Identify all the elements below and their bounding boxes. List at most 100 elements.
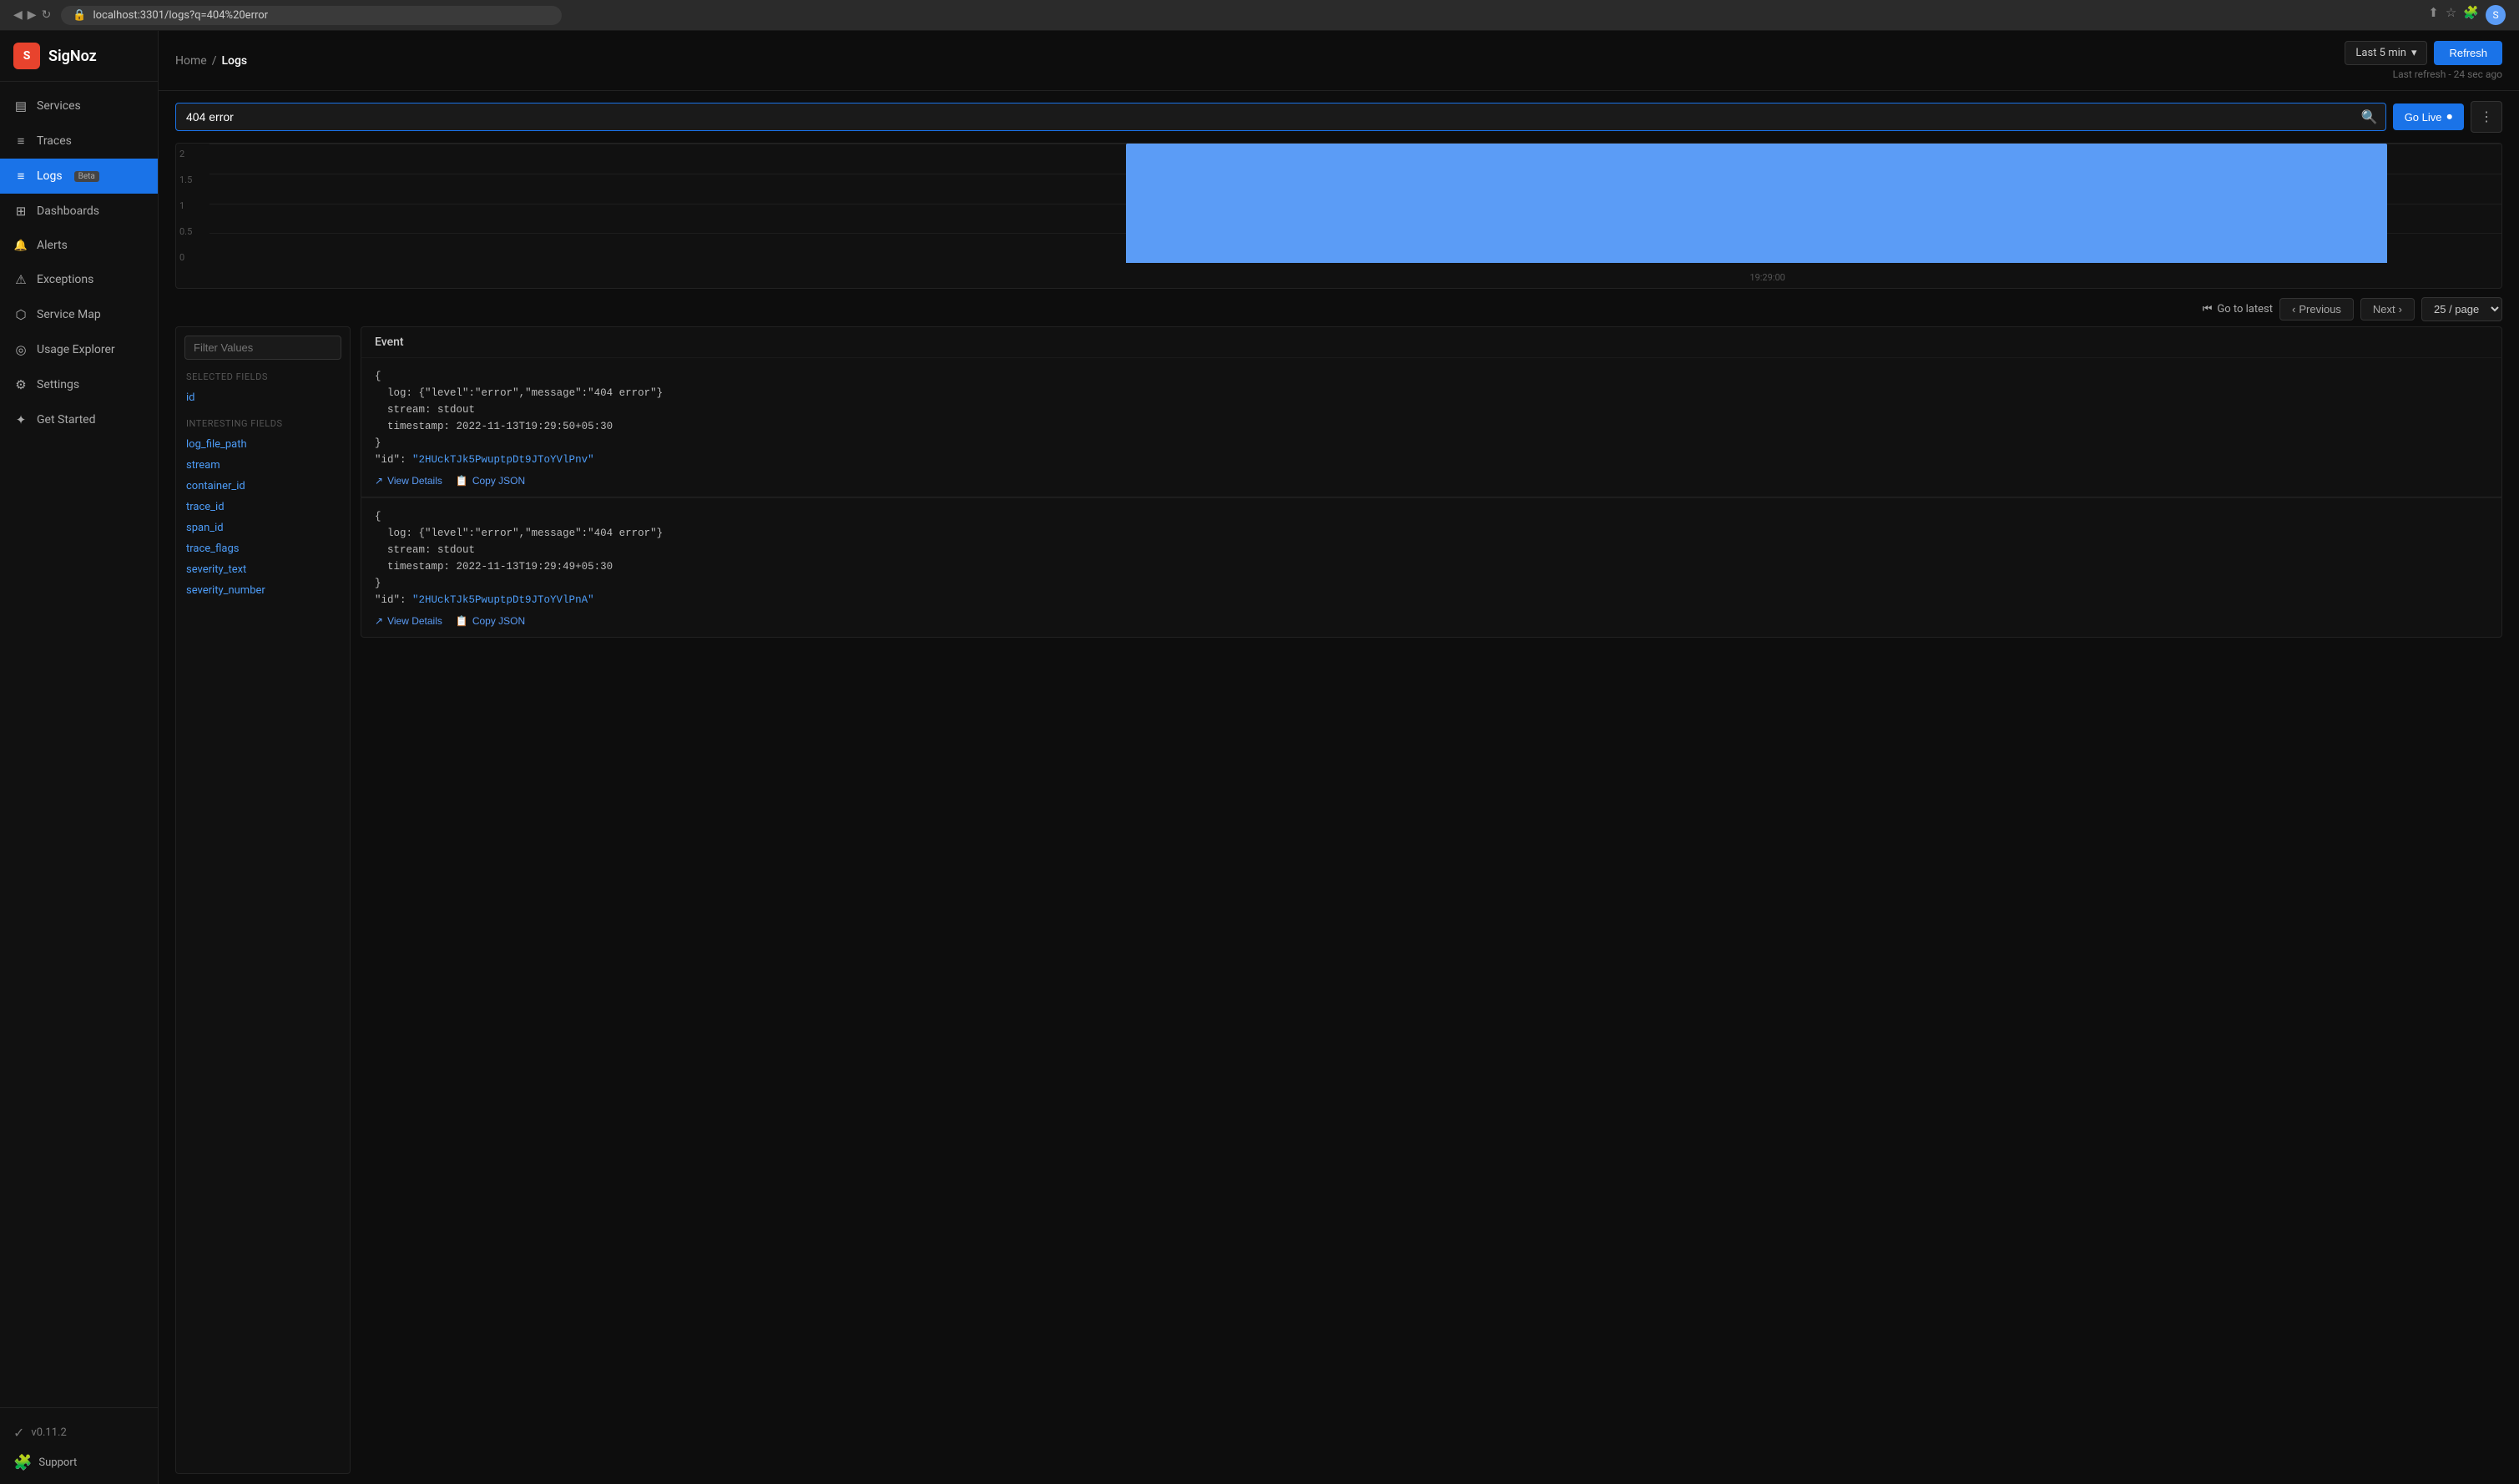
breadcrumb-home[interactable]: Home xyxy=(175,54,207,68)
copy-json-label: Copy JSON xyxy=(472,615,525,627)
url-bar[interactable]: 🔒 localhost:3301/logs?q=404%20error xyxy=(61,6,562,25)
support-label: Support xyxy=(38,1456,77,1469)
field-name: trace_id xyxy=(186,501,225,513)
y-label-2: 2 xyxy=(179,149,203,159)
sidebar-item-usage-explorer[interactable]: ◎ Usage Explorer xyxy=(0,332,158,367)
profile-icon[interactable]: S xyxy=(2486,5,2506,25)
field-item-severity-text[interactable]: severity_text xyxy=(176,559,350,580)
event-actions-2: ↗ View Details 📋 Copy JSON xyxy=(375,615,2488,627)
table-row: { log: {"level":"error","message":"404 e… xyxy=(361,357,2502,497)
table-row: { log: {"level":"error","message":"404 e… xyxy=(361,497,2502,638)
chart-inner xyxy=(209,144,2501,263)
chart-bar xyxy=(1126,144,2386,263)
field-item-log-file-path[interactable]: log_file_path xyxy=(176,434,350,455)
previous-button[interactable]: ‹ Previous xyxy=(2279,298,2354,321)
field-item-trace-id[interactable]: trace_id xyxy=(176,497,350,517)
field-item-stream[interactable]: stream xyxy=(176,455,350,476)
previous-label: Previous xyxy=(2299,303,2341,315)
field-item-severity-number[interactable]: severity_number xyxy=(176,580,350,601)
sidebar-item-label: Usage Explorer xyxy=(37,343,115,356)
beta-badge: Beta xyxy=(74,171,99,182)
refresh-button[interactable]: Refresh xyxy=(2434,41,2502,65)
logo-text: SigNoz xyxy=(48,48,97,65)
field-name: span_id xyxy=(186,522,224,534)
bookmark-icon[interactable]: ☆ xyxy=(2446,5,2456,25)
per-page-select[interactable]: 25 / page xyxy=(2421,297,2502,321)
field-item-span-id[interactable]: span_id xyxy=(176,517,350,538)
field-name: log_file_path xyxy=(186,438,247,451)
y-label-0-5: 0.5 xyxy=(179,226,203,237)
time-range-select[interactable]: Last 5 min ▾ xyxy=(2345,41,2427,65)
sidebar-item-traces[interactable]: ≡ Traces xyxy=(0,124,158,159)
field-item-id[interactable]: id xyxy=(176,387,350,408)
sidebar: S SigNoz ▤ Services ≡ Traces ≡ Logs Beta xyxy=(0,31,159,1484)
breadcrumb-current: Logs xyxy=(221,54,247,68)
more-options-button[interactable]: ⋮ xyxy=(2471,101,2502,133)
copy-json-button-2[interactable]: 📋 Copy JSON xyxy=(456,615,525,627)
copy-json-button-1[interactable]: 📋 Copy JSON xyxy=(456,475,525,487)
interesting-fields-label: INTERESTING FIELDS xyxy=(176,415,350,434)
share-icon[interactable]: ⬆ xyxy=(2428,5,2439,25)
sidebar-item-alerts[interactable]: 🔔 Alerts xyxy=(0,229,158,262)
sidebar-logo: S SigNoz xyxy=(0,31,158,82)
sidebar-bottom: ✓ v0.11.2 🧩 Support ‹ xyxy=(0,1407,158,1484)
main-content: Home / Logs Last 5 min ▾ Refresh Last re… xyxy=(159,31,2519,1484)
fields-filter-input[interactable] xyxy=(184,336,341,360)
sidebar-item-label: Service Map xyxy=(37,308,101,321)
go-live-label: Go Live xyxy=(2405,111,2442,124)
alerts-icon: 🔔 xyxy=(13,240,28,252)
sidebar-support[interactable]: 🧩 Support xyxy=(0,1447,158,1478)
selected-fields-label: SELECTED FIELDS xyxy=(176,368,350,387)
chart-area: 2 1.5 1 0.5 0 19:2 xyxy=(159,133,2519,292)
topbar: Home / Logs Last 5 min ▾ Refresh Last re… xyxy=(159,31,2519,91)
goto-latest-icon: ⏮ xyxy=(2203,303,2213,315)
next-label: Next xyxy=(2373,303,2395,315)
chart-wrap: 2 1.5 1 0.5 0 19:2 xyxy=(175,143,2502,289)
sidebar-version: ✓ v0.11.2 xyxy=(0,1418,158,1447)
goto-latest-button[interactable]: ⏮ Go to latest xyxy=(2203,303,2273,315)
support-icon: 🧩 xyxy=(13,1454,32,1471)
search-icon[interactable]: 🔍 xyxy=(2361,109,2378,125)
sidebar-item-services[interactable]: ▤ Services xyxy=(0,88,158,124)
next-icon: › xyxy=(2399,303,2402,315)
traces-icon: ≡ xyxy=(13,134,28,149)
sidebar-item-exceptions[interactable]: ⚠ Exceptions xyxy=(0,262,158,297)
forward-icon[interactable]: ▶ xyxy=(28,8,37,22)
field-name: trace_flags xyxy=(186,543,240,555)
sidebar-item-service-map[interactable]: ⬡ Service Map xyxy=(0,297,158,332)
field-item-trace-flags[interactable]: trace_flags xyxy=(176,538,350,559)
back-icon[interactable]: ◀ xyxy=(13,8,23,22)
go-live-button[interactable]: Go Live ⏺ xyxy=(2393,103,2464,130)
field-name: severity_number xyxy=(186,584,265,597)
field-item-container-id[interactable]: container_id xyxy=(176,476,350,497)
field-name: container_id xyxy=(186,480,245,492)
view-details-button-1[interactable]: ↗ View Details xyxy=(375,475,442,487)
log-section: SELECTED FIELDS id INTERESTING FIELDS lo… xyxy=(159,326,2519,1484)
version-text: v0.11.2 xyxy=(31,1426,66,1439)
sidebar-item-settings[interactable]: ⚙ Settings xyxy=(0,367,158,402)
field-name: severity_text xyxy=(186,563,246,576)
browser-nav[interactable]: ◀ ▶ ↻ xyxy=(13,8,51,22)
prev-icon: ‹ xyxy=(2292,303,2295,315)
sidebar-item-logs[interactable]: ≡ Logs Beta xyxy=(0,159,158,194)
version-check-icon: ✓ xyxy=(13,1425,24,1441)
view-details-label: View Details xyxy=(387,475,442,487)
copy-json-label: Copy JSON xyxy=(472,475,525,487)
chart-x-label: 19:29:00 xyxy=(1749,272,1785,283)
more-icon: ⋮ xyxy=(2480,110,2493,124)
search-bar-container: 🔍 Go Live ⏺ ⋮ xyxy=(159,91,2519,133)
sidebar-item-dashboards[interactable]: ⊞ Dashboards xyxy=(0,194,158,229)
search-input[interactable] xyxy=(175,103,2386,131)
event-json-1: { log: {"level":"error","message":"404 e… xyxy=(375,368,2488,468)
service-map-icon: ⬡ xyxy=(13,307,28,322)
fields-panel: SELECTED FIELDS id INTERESTING FIELDS lo… xyxy=(175,326,351,1474)
next-button[interactable]: Next › xyxy=(2360,298,2415,321)
sidebar-item-get-started[interactable]: ✦ Get Started xyxy=(0,402,158,437)
extensions-icon[interactable]: 🧩 xyxy=(2463,5,2479,25)
usage-explorer-icon: ◎ xyxy=(13,342,28,357)
time-range-label: Last 5 min xyxy=(2355,47,2406,59)
event-panel-header: Event xyxy=(361,326,2502,357)
refresh-browser-icon[interactable]: ↻ xyxy=(42,8,52,22)
sidebar-collapse-button[interactable]: ‹ xyxy=(0,1478,158,1484)
view-details-button-2[interactable]: ↗ View Details xyxy=(375,615,442,627)
